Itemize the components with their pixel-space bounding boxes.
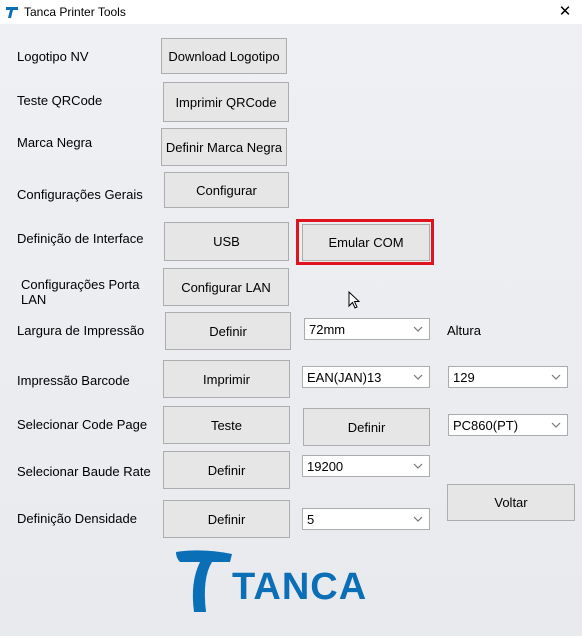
densidade-label: Definição Densidade bbox=[17, 511, 137, 526]
tanca-app-icon bbox=[6, 7, 18, 18]
config-gerais-label: Configurações Gerais bbox=[17, 187, 143, 202]
configurar-button[interactable]: Configurar bbox=[164, 172, 289, 208]
barcode-type-select-value: EAN(JAN)13 bbox=[307, 369, 382, 385]
definir-code-page-button[interactable]: Definir bbox=[303, 408, 430, 446]
code-page-select-value: PC860(PT) bbox=[453, 417, 519, 433]
definir-largura-button[interactable]: Definir bbox=[165, 312, 291, 350]
chevron-down-icon bbox=[551, 422, 561, 428]
imprimir-qrcode-button[interactable]: Imprimir QRCode bbox=[163, 82, 289, 122]
densidade-select-value: 5 bbox=[307, 511, 315, 527]
largura-select-value: 72mm bbox=[309, 321, 346, 337]
voltar-button[interactable]: Voltar bbox=[447, 484, 575, 521]
barcode-type-select[interactable]: EAN(JAN)13 bbox=[302, 366, 430, 388]
mouse-cursor-icon bbox=[348, 291, 361, 309]
code-page-label: Selecionar Code Page bbox=[17, 417, 148, 432]
chevron-down-icon bbox=[413, 374, 423, 380]
qrcode-label: Teste QRCode bbox=[17, 93, 103, 108]
marca-negra-label: Marca Negra bbox=[17, 135, 93, 150]
largura-label: Largura de Impressão bbox=[17, 323, 145, 338]
imprimir-barcode-button[interactable]: Imprimir bbox=[163, 360, 290, 398]
baude-rate-label: Selecionar Baude Rate bbox=[17, 464, 151, 479]
porta-lan-label-line1: Configurações Porta bbox=[21, 277, 140, 292]
interface-label: Definição de Interface bbox=[17, 231, 144, 246]
porta-lan-label-line2: LAN bbox=[21, 292, 47, 307]
definir-densidade-button[interactable]: Definir bbox=[163, 500, 290, 538]
code-page-select[interactable]: PC860(PT) bbox=[448, 414, 568, 436]
teste-code-page-button[interactable]: Teste bbox=[163, 406, 290, 444]
close-button[interactable]: ✕ bbox=[548, 0, 582, 24]
logotipo-label: Logotipo NV bbox=[17, 49, 89, 64]
altura-select[interactable]: 129 bbox=[448, 366, 568, 388]
highlight-box bbox=[296, 219, 434, 265]
barcode-label: Impressão Barcode bbox=[17, 373, 130, 388]
title-bar: Tanca Printer Tools ✕ bbox=[0, 0, 582, 24]
download-logotipo-button[interactable]: Download Logotipo bbox=[161, 38, 287, 74]
close-icon: ✕ bbox=[558, 3, 572, 20]
chevron-down-icon bbox=[413, 326, 423, 332]
largura-select[interactable]: 72mm bbox=[304, 318, 430, 340]
densidade-select[interactable]: 5 bbox=[302, 508, 430, 530]
chevron-down-icon bbox=[413, 463, 423, 469]
configurar-lan-button[interactable]: Configurar LAN bbox=[163, 268, 289, 306]
tanca-logo-text: TANCA bbox=[232, 566, 368, 608]
altura-select-value: 129 bbox=[453, 369, 475, 385]
chevron-down-icon bbox=[413, 516, 423, 522]
baude-rate-select-value: 19200 bbox=[307, 458, 344, 474]
definir-baude-button[interactable]: Definir bbox=[163, 451, 290, 489]
altura-label: Altura bbox=[447, 323, 481, 338]
window-title: Tanca Printer Tools bbox=[24, 5, 126, 19]
definir-marca-negra-button[interactable]: Definir Marca Negra bbox=[161, 128, 287, 166]
baude-rate-select[interactable]: 19200 bbox=[302, 455, 430, 477]
usb-button[interactable]: USB bbox=[164, 222, 289, 261]
chevron-down-icon bbox=[551, 374, 561, 380]
